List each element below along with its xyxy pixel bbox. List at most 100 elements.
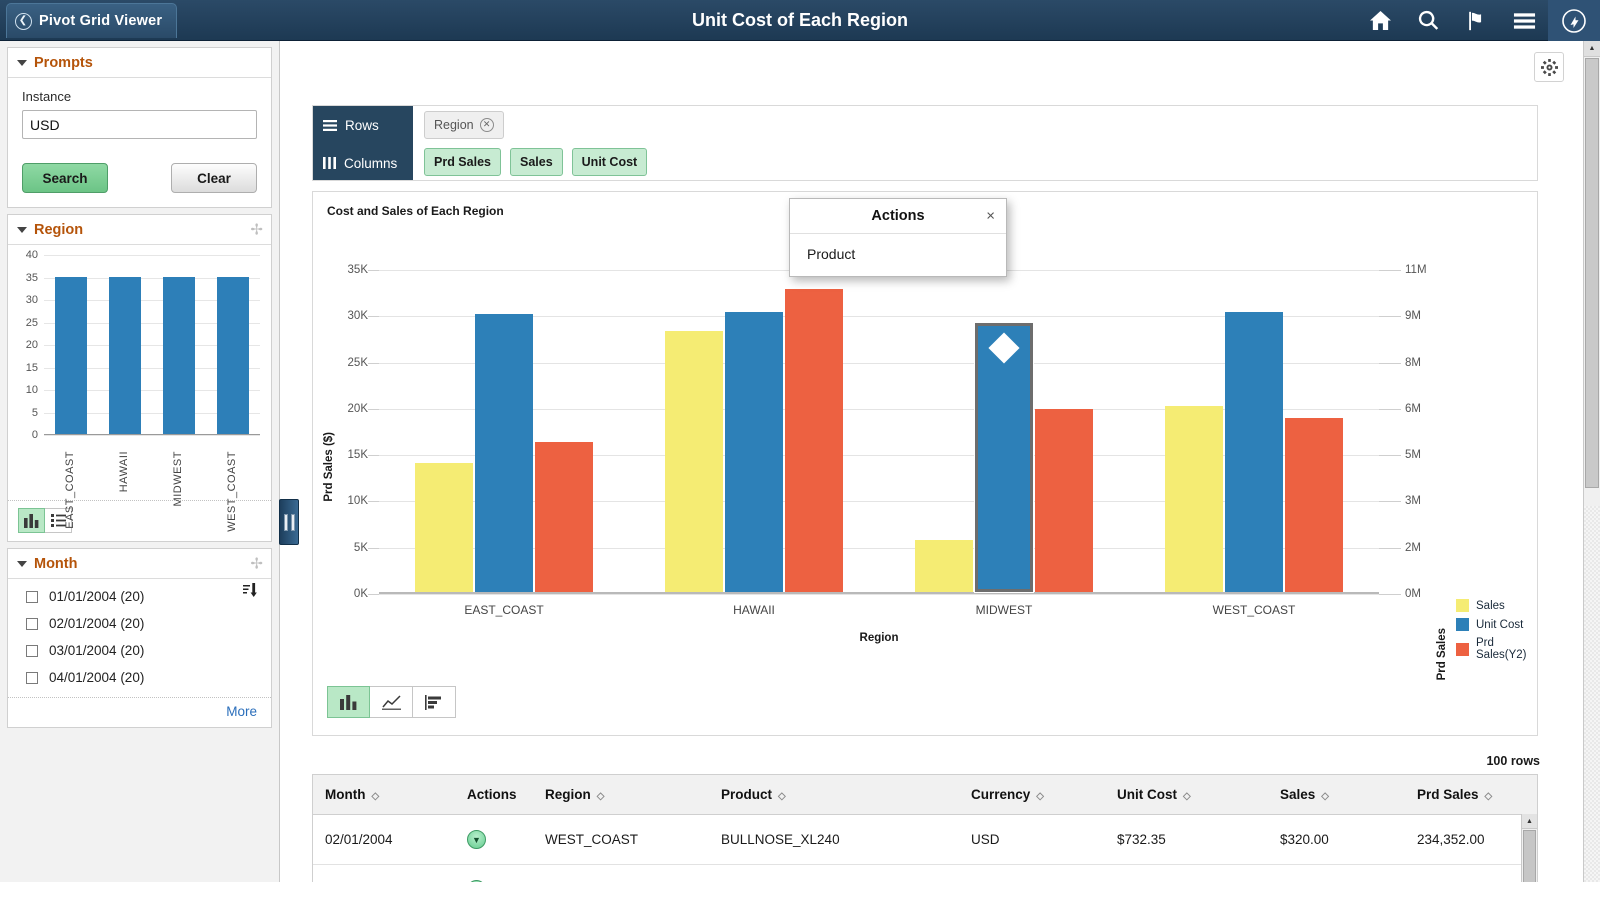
page-scroll-track[interactable] (1584, 506, 1600, 882)
grid-cell-prd_sales: 234,352.00 (1405, 814, 1537, 865)
chart-y-tick-label: 25K (347, 356, 368, 369)
grid-vertical-scrollbar[interactable]: ▲ (1521, 814, 1537, 882)
chart-bar[interactable] (665, 330, 723, 592)
move-handle-icon[interactable]: ✢ (250, 222, 263, 237)
prompts-panel: Prompts Instance Search Clear (7, 47, 272, 208)
chart-y-tick-label: 35K (347, 264, 368, 276)
mini-bar[interactable] (163, 276, 195, 434)
month-checkbox[interactable] (26, 671, 38, 684)
home-icon[interactable] (1356, 0, 1404, 41)
page-scroll-up-arrow[interactable]: ▲ (1584, 41, 1600, 57)
move-handle-icon[interactable]: ✢ (250, 556, 263, 571)
sort-toggle-icon[interactable]: ◇ (1321, 791, 1329, 802)
chart-y-tick-label: 20K (347, 402, 368, 415)
region-chart-view-button[interactable] (18, 508, 45, 533)
search-button[interactable]: Search (22, 163, 108, 193)
app-header: ❮ Pivot Grid Viewer Unit Cost of Each Re… (0, 0, 1600, 41)
row-actions-dropdown-icon[interactable]: ▼ (467, 830, 486, 849)
row-actions-cell[interactable]: ▼ (455, 864, 533, 882)
search-icon[interactable] (1404, 0, 1452, 41)
grid-scroll-up-arrow[interactable]: ▲ (1522, 814, 1537, 829)
grid-column-header[interactable]: Region ◇ (533, 775, 709, 815)
instance-field-label: Instance (22, 89, 72, 104)
sort-toggle-icon[interactable]: ◇ (1036, 791, 1044, 802)
grid-column-header[interactable]: Prd Sales ◇ (1405, 775, 1537, 815)
back-to-pivot-grid-viewer-tab[interactable]: ❮ Pivot Grid Viewer (6, 3, 178, 38)
remove-chip-icon[interactable]: ✕ (479, 117, 494, 132)
row-actions-dropdown-icon[interactable]: ▼ (467, 880, 486, 882)
sort-toggle-icon[interactable]: ◇ (1485, 791, 1493, 802)
legend-item[interactable]: Unit Cost (1456, 618, 1537, 631)
month-checkbox[interactable] (26, 644, 38, 657)
grid-column-header[interactable]: Actions (455, 775, 533, 815)
legend-item[interactable]: Prd Sales(Y2) (1456, 637, 1537, 661)
chart-title: Cost and Sales of Each Region (327, 204, 504, 218)
collapse-caret-icon[interactable] (17, 59, 27, 66)
chart-bar[interactable] (1285, 418, 1343, 592)
horizontal-bar-chart-type-button[interactable] (413, 686, 456, 718)
columns-facet-chip[interactable]: Prd Sales (424, 147, 501, 176)
table-row[interactable]: 02/01/2004 ▼ WEST_COASTES_400USD$1,096.58$… (313, 864, 1537, 882)
mini-bar[interactable] (217, 276, 249, 434)
mini-bar[interactable] (55, 276, 87, 434)
prompts-button-row: Search Clear (22, 163, 257, 193)
line-chart-type-button[interactable] (370, 686, 413, 718)
row-actions-cell[interactable]: ▼ (455, 814, 533, 865)
menu-icon[interactable] (1500, 0, 1548, 41)
rows-facet-chip[interactable]: Region ✕ (424, 110, 504, 139)
sort-toggle-icon[interactable]: ◇ (597, 791, 605, 802)
grid-scroll-thumb[interactable] (1523, 830, 1536, 882)
grid-column-header[interactable]: Sales ◇ (1268, 775, 1405, 815)
actions-menu-item[interactable]: Product (790, 234, 1006, 276)
table-row[interactable]: 02/01/2004 ▼ WEST_COAST BULLNOSE_XL240 USD $7… (313, 814, 1537, 865)
close-icon[interactable]: × (986, 209, 995, 224)
y-tick-dash (368, 316, 379, 318)
chart-bar[interactable] (415, 463, 473, 592)
chart-bar[interactable] (475, 314, 533, 592)
month-list-item[interactable]: 01/01/2004 (20) (8, 583, 271, 610)
grid-column-header[interactable]: Currency ◇ (959, 775, 1105, 815)
columns-axis-button[interactable]: Columns (313, 144, 413, 182)
grid-column-header[interactable]: Month ◇ (313, 775, 455, 815)
chart-bar[interactable] (1165, 405, 1223, 592)
chart-bar[interactable] (1035, 409, 1093, 592)
chart-bar[interactable] (915, 540, 973, 592)
sort-toggle-icon[interactable]: ◇ (1183, 791, 1191, 802)
flag-icon[interactable] (1452, 0, 1500, 41)
sidebar-collapse-handle[interactable] (279, 499, 299, 545)
grid-cell-month: 02/01/2004 (313, 814, 455, 865)
page-vertical-scrollbar[interactable]: ▲ (1583, 41, 1600, 882)
sort-toggle-icon[interactable]: ◇ (778, 791, 786, 802)
columns-facet-chip[interactable]: Unit Cost (571, 147, 648, 176)
chart-bar[interactable] (1225, 312, 1283, 592)
grid-column-header[interactable]: Unit Cost ◇ (1105, 775, 1268, 815)
columns-facet-chip[interactable]: Sales (509, 147, 563, 176)
chart-bar[interactable] (785, 288, 843, 592)
clear-button[interactable]: Clear (171, 163, 257, 193)
gear-icon[interactable] (1534, 52, 1564, 82)
collapse-caret-icon[interactable] (17, 226, 27, 233)
sort-toggle-icon[interactable]: ◇ (371, 791, 379, 802)
month-list-item[interactable]: 04/01/2004 (20) (8, 664, 271, 691)
month-checkbox[interactable] (26, 617, 38, 630)
navbar-compass-icon[interactable] (1548, 0, 1600, 41)
legend-item[interactable]: Sales (1456, 599, 1537, 612)
mini-bar[interactable] (109, 276, 141, 434)
mini-y-tick-label: 40 (25, 249, 38, 261)
collapse-caret-icon[interactable] (17, 560, 27, 567)
main-content: Rows Columns Region ✕ Prd Sales Sales Unit … (281, 41, 1583, 882)
rows-axis-button[interactable]: Rows (313, 106, 413, 144)
bar-chart-type-button[interactable] (327, 686, 370, 718)
grid-column-header[interactable]: Product ◇ (709, 775, 959, 815)
sort-order-icon[interactable] (243, 583, 257, 601)
month-more-link[interactable]: More (226, 704, 257, 719)
prompts-panel-body: Instance Search Clear (8, 78, 271, 207)
page-scroll-thumb[interactable] (1585, 58, 1599, 488)
instance-input[interactable] (22, 110, 257, 139)
month-list-item[interactable]: 02/01/2004 (20) (8, 610, 271, 637)
chart-bar[interactable] (535, 441, 593, 592)
month-list-item[interactable]: 03/01/2004 (20) (8, 637, 271, 664)
chart-bar[interactable] (725, 311, 783, 592)
month-checkbox[interactable] (26, 590, 38, 603)
chart-y2-tick-label: 9M (1405, 310, 1421, 323)
